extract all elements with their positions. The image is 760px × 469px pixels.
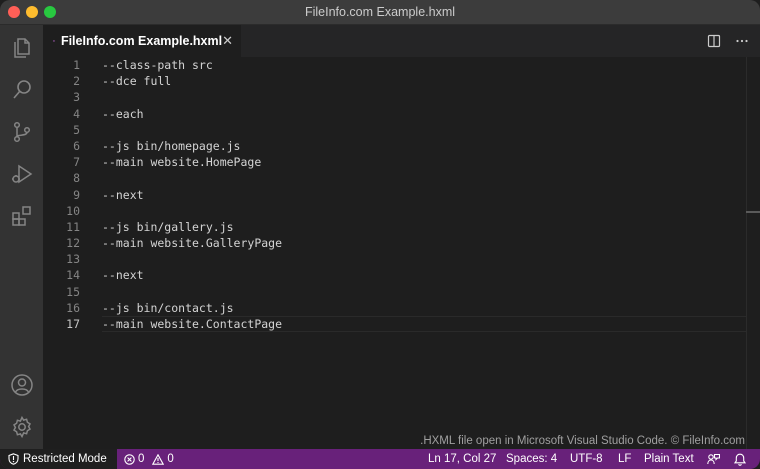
line-number: 3 xyxy=(73,90,80,105)
split-editor-icon[interactable] xyxy=(706,33,722,49)
line-number: 13 xyxy=(66,252,80,267)
code-line[interactable]: --next xyxy=(102,187,746,203)
line-number: 11 xyxy=(66,219,80,234)
code-line[interactable]: --js bin/gallery.js xyxy=(102,219,746,235)
editor-tab-strip: FileInfo.com Example.hxml ✕ xyxy=(43,25,760,57)
vscode-window: FileInfo.com Example.hxml FileInfo.com E… xyxy=(0,0,760,469)
editor-actions xyxy=(706,33,750,49)
code-line[interactable] xyxy=(102,203,746,219)
watermark-caption: .HXML file open in Microsoft Visual Stud… xyxy=(420,435,745,447)
code-line[interactable] xyxy=(102,89,746,105)
line-number: 6 xyxy=(73,138,80,153)
title-bar: FileInfo.com Example.hxml xyxy=(0,0,760,25)
language-mode[interactable]: Plain Text xyxy=(644,449,694,469)
settings-gear-icon[interactable] xyxy=(8,413,35,440)
code-line[interactable]: --js bin/homepage.js xyxy=(102,138,746,154)
indentation-setting[interactable]: Spaces: 4 xyxy=(506,449,557,469)
feedback-icon[interactable] xyxy=(707,449,720,469)
search-icon[interactable] xyxy=(8,76,35,103)
code-line[interactable]: --main website.HomePage xyxy=(102,154,746,170)
line-number: 5 xyxy=(73,122,80,137)
code-line[interactable]: --js bin/contact.js xyxy=(102,300,746,316)
line-number: 15 xyxy=(66,284,80,299)
window-title: FileInfo.com Example.hxml xyxy=(304,5,456,19)
shield-icon xyxy=(8,453,19,465)
tab-label: FileInfo.com Example.hxml xyxy=(60,34,223,48)
account-icon[interactable] xyxy=(8,371,35,398)
end-of-line-setting[interactable]: LF xyxy=(618,449,631,469)
code-line[interactable]: --next xyxy=(102,267,746,283)
warning-icon xyxy=(152,453,165,465)
line-number: 16 xyxy=(66,300,80,315)
notifications-bell-icon[interactable] xyxy=(734,449,746,469)
code-line[interactable]: --dce full xyxy=(102,73,746,89)
restricted-mode-indicator[interactable]: Restricted Mode xyxy=(0,449,117,469)
cursor-position-marker xyxy=(746,211,760,213)
code-line[interactable]: --each xyxy=(102,106,746,122)
line-number: 2 xyxy=(73,74,80,89)
tab-hxml-file[interactable]: FileInfo.com Example.hxml ✕ xyxy=(43,25,241,57)
line-number: 12 xyxy=(66,236,80,251)
close-icon[interactable]: ✕ xyxy=(222,33,233,49)
source-control-icon[interactable] xyxy=(8,118,35,145)
encoding-setting[interactable]: UTF-8 xyxy=(570,449,603,469)
code-line[interactable] xyxy=(102,251,746,267)
line-number: 7 xyxy=(73,155,80,170)
line-number: 9 xyxy=(73,187,80,202)
code-line[interactable] xyxy=(102,284,746,300)
code-line[interactable]: --main website.GalleryPage xyxy=(102,235,746,251)
line-number: 14 xyxy=(66,268,80,283)
error-count: 0 xyxy=(138,453,145,465)
code-line[interactable] xyxy=(102,122,746,138)
problems-indicator[interactable]: 0 0 xyxy=(124,449,178,469)
activity-bar xyxy=(0,25,43,449)
more-actions-icon[interactable] xyxy=(734,33,750,49)
line-number: 17 xyxy=(66,317,80,331)
code-editor[interactable]: 1 2 3 4 5 6 7 8 9 10 11 12 13 14 15 16 17 --class-path s… xyxy=(43,57,760,449)
code-area[interactable]: --class-path src --dce full --each --js bin… xyxy=(102,57,746,333)
restricted-mode-label: Restricted Mode xyxy=(23,453,107,465)
warning-count: 0 xyxy=(167,453,174,465)
files-icon[interactable] xyxy=(8,34,35,61)
vertical-scrollbar[interactable] xyxy=(746,57,760,449)
code-line[interactable] xyxy=(102,170,746,186)
active-code-line[interactable]: --main website.ContactPage xyxy=(102,316,746,333)
code-line[interactable]: --class-path src xyxy=(102,57,746,73)
cursor-position[interactable]: Ln 17, Col 27 xyxy=(428,449,496,469)
line-number: 10 xyxy=(66,203,80,218)
status-bar: Restricted Mode 0 0 Ln 17, Col 27 Spaces… xyxy=(0,449,760,469)
error-icon xyxy=(124,453,135,465)
line-number: 1 xyxy=(73,58,80,72)
extensions-icon[interactable] xyxy=(8,202,35,229)
run-debug-icon[interactable] xyxy=(8,160,35,187)
line-number: 4 xyxy=(73,106,80,121)
hxml-file-icon xyxy=(53,40,55,42)
line-number: 8 xyxy=(73,171,80,186)
line-number-gutter: 1 2 3 4 5 6 7 8 9 10 11 12 13 14 15 16 17 xyxy=(43,57,93,332)
